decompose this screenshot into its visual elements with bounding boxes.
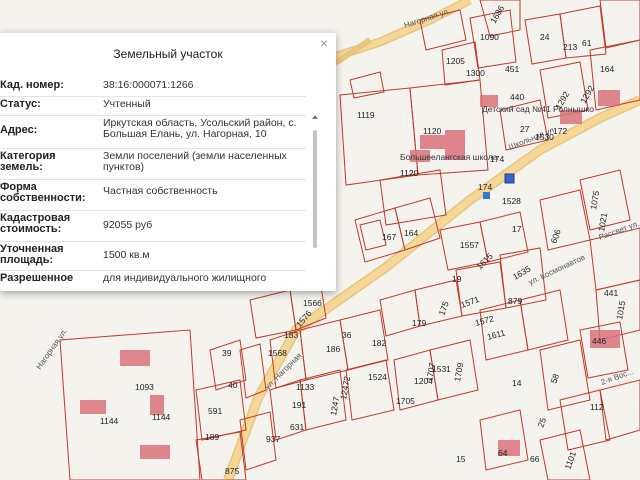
parcel-number: 1093 [135,382,154,392]
parcel-number: 1119 [357,110,375,120]
parcel-number: 164 [404,228,418,238]
parcel-number: 631 [290,422,304,432]
parcel-number: 24 [540,32,550,42]
popup-title: Земельный участок [113,47,223,61]
school-label: Большеелангская школа [400,152,498,162]
row-value: Земли поселений (земли населенных пункто… [103,150,287,173]
parcel-number: 441 [604,288,618,298]
popup-scrollbar[interactable] [312,85,318,291]
row-area: Уточненная площадь: 1500 кв.м [0,241,306,270]
parcel-number: 112 [590,402,604,412]
parcel-number: 14 [512,378,522,388]
parcel-number: 1524 [368,372,387,382]
row-value: 38:16:000071:1266 [103,79,194,91]
parcel-number: 182 [372,338,386,348]
kindergarten-label: Детский сад №41 Ролнышко [482,104,594,114]
scroll-thumb[interactable] [313,130,317,248]
parcel-number: 1568 [268,348,287,358]
parcel-number: 213 [563,42,577,52]
parcel-number: 19 [452,274,462,284]
parcel-number: 66 [530,454,540,464]
parcel-number: 1144 [100,416,119,426]
parcel-number: 39 [222,348,232,358]
row-key: Адрес: [0,124,38,136]
parcel-number: 440 [510,92,524,102]
parcel-number: 167 [382,232,396,242]
parcel-number: 61 [582,38,592,48]
parcel-number: 40 [228,380,238,390]
parcel-number: 164 [600,64,614,74]
row-land-category: Категория земель: Земли поселений (земли… [0,148,306,179]
parcel-number: 1144 [152,412,171,422]
row-value: для индивидуального жилищного [103,272,267,284]
row-value: Учтенный [103,98,151,110]
parcel-number: 183 [284,330,298,340]
parcel-number: 191 [292,400,306,410]
parcel-number: 186 [326,344,340,354]
row-key: Уточненная площадь: [0,243,64,266]
bus-stop-icon [504,173,515,184]
parcel-number: 1133 [296,382,315,392]
parcel-number: 1120 [400,168,419,178]
row-key: Категория земель: [0,150,56,173]
parcel-number: 937 [266,434,280,444]
row-key: Кад. номер: [0,79,64,91]
parcel-number: 179 [412,318,426,328]
row-key: Разрешенное [0,272,74,284]
row-status: Статус: Учтенный [0,96,306,115]
row-value: 92055 руб [103,219,153,231]
parcel-number: 1530 [535,132,554,142]
parcel-number: 1090 [480,32,499,42]
row-permitted-use: Разрешенное для индивидуального жилищног… [0,270,306,289]
row-cadastral-cost: Кадастровая стоимость: 92055 руб [0,210,306,241]
row-value: 1500 кв.м [103,249,150,261]
parcel-number: 189 [205,432,219,442]
close-icon[interactable]: × [320,36,328,50]
parcel-number: 36 [342,330,352,340]
parcel-number: 15 [456,454,466,464]
parcel-info-popup: Земельный участок × Кад. номер: 38:16:00… [0,33,336,291]
parcel-number: 451 [505,64,519,74]
row-value: Иркутская область, Усольский район, с. Б… [103,117,297,140]
parcel-number: 875 [225,466,239,476]
parcel-number: 879 [508,296,522,306]
parcel-number: 64 [498,448,508,458]
parcel-number: 17 [512,224,522,234]
parcel-number: 1528 [502,196,521,206]
row-key: Статус: [0,98,41,110]
scroll-up-icon[interactable] [312,115,318,119]
parcel-number: 1557 [460,240,479,250]
row-ownership-form: Форма собственности: Частная собственнос… [0,179,306,210]
parcel-number: 172 [553,126,567,136]
row-value: Частная собственность [103,185,218,197]
parcel-attributes: Кад. номер: 38:16:000071:1266 Статус: Уч… [0,78,306,289]
parcel-number: 27 [520,124,530,134]
parcel-number: 446 [592,336,606,346]
row-cadastral-number: Кад. номер: 38:16:000071:1266 [0,78,306,96]
row-address: Адрес: Иркутская область, Усольский райо… [0,115,306,148]
row-key: Форма собственности: [0,181,86,204]
parcel-number: 1205 [446,56,465,66]
row-key: Кадастровая стоимость: [0,212,71,235]
parcel-number: 1566 [303,298,322,308]
info-icon [483,192,490,199]
parcel-number: 174 [490,154,504,164]
parcel-number: 174 [478,182,492,192]
parcel-number: 1300 [466,68,485,78]
parcel-number: 1705 [396,396,415,406]
parcel-number: 591 [208,406,222,416]
parcel-number: 1120 [423,126,442,136]
